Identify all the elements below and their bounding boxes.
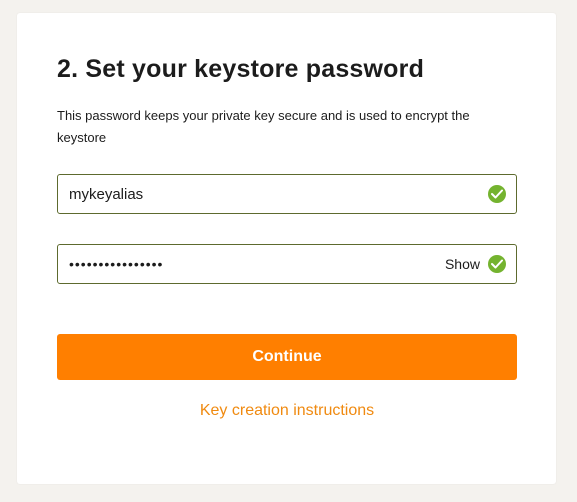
page-title: 2. Set your keystore password (57, 55, 425, 83)
description-text: This password keeps your private key sec… (57, 108, 470, 145)
key-creation-instructions-link[interactable]: Key creation instructions (57, 402, 517, 420)
keystore-password-input[interactable] (59, 246, 429, 282)
key-alias-field (57, 174, 517, 214)
check-circle-icon (488, 185, 506, 203)
key-alias-input[interactable] (59, 176, 429, 212)
keystore-password-card: 2. Set your keystore password This passw… (17, 13, 556, 484)
keystore-password-field: Show (57, 244, 517, 284)
continue-button[interactable]: Continue (57, 334, 517, 380)
show-password-toggle[interactable]: Show (445, 256, 480, 272)
check-circle-icon (488, 255, 506, 273)
